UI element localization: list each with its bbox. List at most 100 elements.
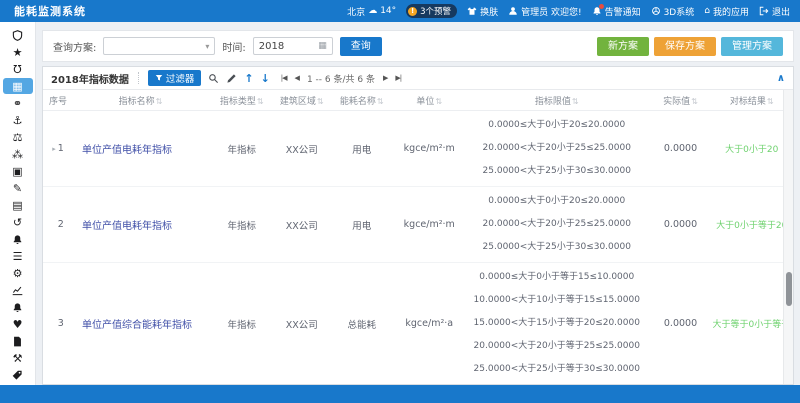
- sidebar-item-money[interactable]: ▣: [3, 163, 33, 179]
- sidebar-item-analytics[interactable]: [3, 282, 33, 298]
- first-page-button[interactable]: |◀: [281, 74, 287, 82]
- sidebar-item-sitemap[interactable]: ⁂: [3, 146, 33, 162]
- 3d-system-button[interactable]: 3D系统: [651, 5, 695, 18]
- sort-icon[interactable]: ⇅: [257, 97, 264, 106]
- sidebar-item-edit[interactable]: ✎: [3, 180, 33, 196]
- coins-icon: ⚭: [13, 97, 22, 110]
- table-row[interactable]: ▸2单位产值电耗年指标年指标XX公司用电kgce/m²·m0.0000≤大于0小…: [43, 187, 793, 263]
- alarm-notification-button[interactable]: 告警通知: [592, 5, 641, 18]
- last-page-button[interactable]: ▶|: [395, 74, 401, 82]
- user-menu[interactable]: 管理员 欢迎您!: [508, 5, 581, 18]
- column-header-3[interactable]: 建筑区域⇅: [276, 90, 329, 111]
- change-skin-label: 换肤: [480, 5, 498, 18]
- building-area: XX公司: [276, 111, 329, 187]
- time-label: 时间:: [222, 39, 245, 54]
- indicator-link[interactable]: 单位产值综合能耗年指标: [82, 320, 192, 331]
- indicator-type: 年指标: [208, 263, 276, 385]
- column-header-8[interactable]: 对标结果⇅: [711, 90, 794, 111]
- column-header-5[interactable]: 单位⇅: [396, 90, 464, 111]
- column-label: 指标类型: [220, 97, 256, 107]
- sidebar-item-building[interactable]: ▦: [3, 78, 33, 94]
- wrench-icon: ⚒: [13, 352, 23, 365]
- logout-button[interactable]: 退出: [759, 5, 790, 18]
- city-label: 北京: [347, 5, 365, 18]
- sidebar-item-coins[interactable]: ⚭: [3, 95, 33, 111]
- sidebar-item-anchor[interactable]: ⚓: [3, 112, 33, 128]
- limit-line: 0.0000≤大于0小于20≤20.0000: [465, 190, 649, 213]
- sidebar-item-report[interactable]: [3, 333, 33, 349]
- actual-value: 0.0000: [651, 263, 711, 385]
- sort-icon[interactable]: ⇅: [156, 97, 163, 106]
- sidebar-item-balance[interactable]: ⚖: [3, 129, 33, 145]
- prev-page-button[interactable]: ◀: [295, 74, 299, 82]
- sort-icon[interactable]: ⇅: [317, 97, 324, 106]
- collapse-panel-icon[interactable]: ∧: [777, 73, 785, 84]
- column-header-4[interactable]: 能耗名称⇅: [328, 90, 396, 111]
- table-row[interactable]: ▸3单位产值综合能耗年指标年指标XX公司总能耗kgce/m²·a0.0000≤大…: [43, 263, 793, 385]
- save-plan-button[interactable]: 保存方案: [654, 37, 716, 56]
- user-welcome-label: 管理员 欢迎您!: [521, 5, 581, 18]
- column-label: 序号: [49, 97, 67, 107]
- query-bar: 查询方案: ▾ 时间: ▦ 查询 新方案 保存方案 管理方案: [42, 30, 794, 62]
- move-down-icon[interactable]: ↓: [261, 73, 270, 84]
- sidebar-item-notice[interactable]: [3, 231, 33, 247]
- sort-icon[interactable]: ⇅: [767, 97, 774, 106]
- calendar-icon[interactable]: ▦: [318, 41, 327, 51]
- sidebar-nav: ★℧▦ ⚭ ⚓⚖⁂▣✎▤↺ ☰⚙ ♥ ⚒: [0, 22, 36, 385]
- bell-icon: [592, 6, 602, 16]
- column-header-6[interactable]: 指标限值⇅: [463, 90, 651, 111]
- shirt-icon: [467, 6, 477, 16]
- sidebar-item-settings[interactable]: ⚙: [3, 265, 33, 281]
- column-header-1[interactable]: 指标名称⇅: [73, 90, 208, 111]
- my-apps-label: 我的应用: [713, 5, 749, 18]
- my-apps-button[interactable]: ⌂ 我的应用: [704, 5, 749, 18]
- plan-select[interactable]: ▾: [103, 37, 215, 55]
- limit-line: 15.0000<大于15小于等于20≤20.0000: [465, 312, 649, 335]
- sidebar-item-medal[interactable]: ★: [3, 44, 33, 60]
- sort-icon[interactable]: ⇅: [572, 97, 579, 106]
- search-button[interactable]: 查询: [340, 37, 382, 56]
- scrollbar-thumb[interactable]: [786, 272, 792, 306]
- limit-line: 10.0000<大于10小于等于15≤15.0000: [465, 289, 649, 312]
- heart-icon: ♥: [13, 318, 23, 331]
- sidebar-item-menu[interactable]: ☰: [3, 248, 33, 264]
- change-skin-button[interactable]: 换肤: [467, 5, 498, 18]
- sort-icon[interactable]: ⇅: [691, 97, 698, 106]
- next-page-button[interactable]: ▶: [383, 74, 387, 82]
- manage-plan-button[interactable]: 管理方案: [721, 37, 783, 56]
- move-up-icon[interactable]: ↑: [244, 73, 253, 84]
- column-header-2[interactable]: 指标类型⇅: [208, 90, 276, 111]
- building-area: XX公司: [276, 187, 329, 263]
- limit-line: 20.0000<大于20小于25≤25.0000: [465, 137, 649, 160]
- time-input[interactable]: [259, 41, 311, 52]
- building-area: XX公司: [276, 263, 329, 385]
- alert-count-badge[interactable]: ! 3个预警: [406, 4, 457, 18]
- sidebar-item-security[interactable]: [3, 27, 33, 43]
- vertical-scrollbar[interactable]: [783, 90, 793, 384]
- notification-red-dot: [599, 4, 604, 9]
- new-plan-button[interactable]: 新方案: [597, 37, 649, 56]
- app-title: 能耗监测系统: [14, 3, 86, 19]
- filter-button[interactable]: 过滤器: [148, 70, 202, 86]
- plan-label: 查询方案:: [53, 39, 96, 54]
- indicator-link[interactable]: 单位产值电耗年指标: [82, 145, 172, 156]
- sidebar-item-health[interactable]: ♥: [3, 316, 33, 332]
- helm-icon: [651, 6, 661, 16]
- unit-cell: kgce/m²·m: [396, 187, 464, 263]
- indicator-type: 年指标: [208, 111, 276, 187]
- sidebar-item-alarm[interactable]: [3, 299, 33, 315]
- column-header-7[interactable]: 实际值⇅: [651, 90, 711, 111]
- sidebar-item-document[interactable]: ▤: [3, 197, 33, 213]
- sidebar-item-tools[interactable]: ⚒: [3, 350, 33, 366]
- sidebar-item-history[interactable]: ↺: [3, 214, 33, 230]
- unit-cell: kgce/m²·m: [396, 111, 464, 187]
- sort-icon[interactable]: ⇅: [435, 97, 442, 106]
- sidebar-item-tag[interactable]: [3, 367, 33, 383]
- brush-icon[interactable]: [226, 73, 237, 84]
- user-icon: [508, 6, 518, 16]
- search-grid-icon[interactable]: [208, 73, 219, 84]
- sidebar-item-diagnosis[interactable]: ℧: [3, 61, 33, 77]
- indicator-link[interactable]: 单位产值电耗年指标: [82, 221, 172, 232]
- table-row[interactable]: ▸1单位产值电耗年指标年指标XX公司用电kgce/m²·m0.0000≤大于0小…: [43, 111, 793, 187]
- sort-icon[interactable]: ⇅: [377, 97, 384, 106]
